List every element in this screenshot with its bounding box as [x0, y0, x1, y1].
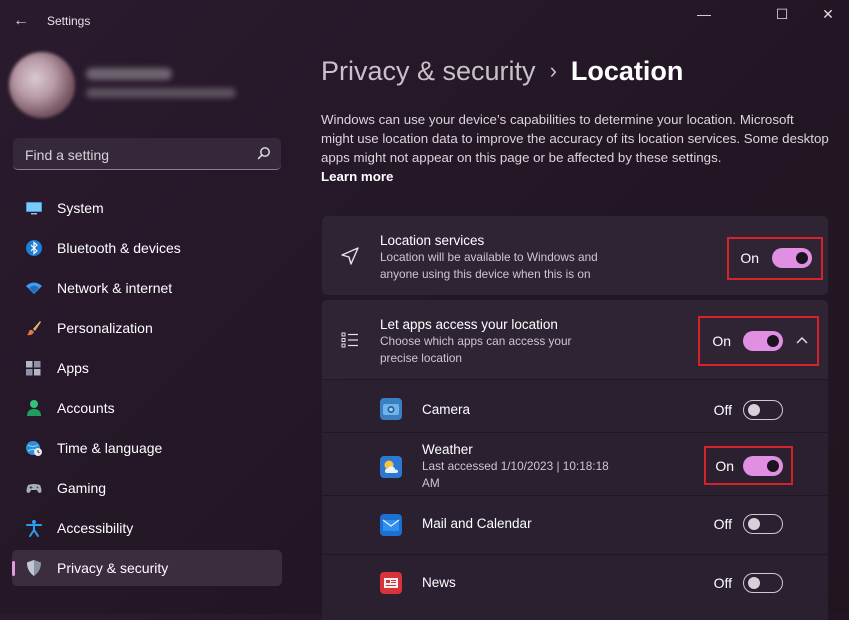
- minimize-button[interactable]: —: [682, 4, 726, 24]
- sidebar-item-accessibility[interactable]: Accessibility: [12, 510, 282, 546]
- brush-icon: [25, 319, 43, 337]
- location-services-title: Location services: [380, 233, 485, 248]
- gamepad-icon: [25, 479, 43, 497]
- bluetooth-icon: [25, 239, 43, 257]
- app-name: News: [422, 575, 456, 590]
- search-input[interactable]: [23, 144, 247, 166]
- apps-access-title: Let apps access your location: [380, 317, 558, 332]
- list-item: News Off: [322, 555, 828, 615]
- sidebar-item-label: Bluetooth & devices: [57, 240, 181, 256]
- apps-icon: [25, 359, 43, 377]
- last-accessed-text: Last accessed 1/10/2023 | 10:18:18 AM: [422, 459, 609, 490]
- list-icon: [341, 332, 358, 348]
- news-icon: [380, 572, 402, 594]
- toggle-state-label: Off: [713, 516, 732, 532]
- profile-email-blurred: [86, 88, 236, 98]
- mail-icon: [380, 514, 402, 536]
- page-description: Windows can use your device’s capabiliti…: [321, 110, 829, 186]
- search-icon[interactable]: [257, 146, 271, 160]
- avatar[interactable]: [9, 52, 75, 118]
- breadcrumb-parent[interactable]: Privacy & security: [321, 56, 536, 86]
- sidebar-item-label: Time & language: [57, 440, 163, 456]
- toggle-state-label: On: [715, 458, 734, 474]
- back-arrow-icon[interactable]: ←: [12, 12, 30, 30]
- camera-icon: [380, 398, 402, 420]
- maximize-button[interactable]: ☐: [760, 4, 804, 24]
- list-item: Weather Last accessed 1/10/2023 | 10:18:…: [322, 433, 828, 495]
- shield-icon: [25, 559, 43, 577]
- sidebar-item-label: Personalization: [57, 320, 153, 336]
- sidebar-item-apps[interactable]: Apps: [12, 350, 282, 386]
- location-arrow-icon: [341, 247, 359, 265]
- sidebar-item-time-language[interactable]: Time & language: [12, 430, 282, 466]
- sidebar-item-system[interactable]: System: [12, 190, 282, 226]
- sidebar-nav: System Bluetooth & devices Network & int…: [12, 190, 282, 590]
- page-title: Location: [570, 56, 684, 86]
- app-list: Camera Off Weather Last accessed 1/10/20…: [322, 380, 828, 620]
- sidebar-item-privacy-security[interactable]: Privacy & security: [12, 550, 282, 586]
- chevron-up-icon[interactable]: [796, 336, 808, 344]
- sidebar-item-gaming[interactable]: Gaming: [12, 470, 282, 506]
- sidebar-item-label: Privacy & security: [57, 560, 169, 576]
- learn-more-link[interactable]: Learn more: [321, 169, 393, 184]
- toggle-state-label: Off: [713, 402, 732, 418]
- sidebar-item-network[interactable]: Network & internet: [12, 270, 282, 306]
- list-item: Mail and Calendar Off: [322, 496, 828, 554]
- app-name: Mail and Calendar: [422, 516, 532, 531]
- sidebar-item-label: Accounts: [57, 400, 115, 416]
- app-name: Weather: [422, 442, 473, 457]
- sidebar-item-personalization[interactable]: Personalization: [12, 310, 282, 346]
- sidebar-item-label: Apps: [57, 360, 89, 376]
- sidebar: System Bluetooth & devices Network & int…: [0, 44, 300, 614]
- close-button[interactable]: ✕: [806, 4, 849, 24]
- mail-calendar-location-toggle[interactable]: [743, 514, 783, 534]
- location-services-toggle[interactable]: [772, 248, 812, 268]
- app-title: Settings: [47, 14, 91, 28]
- weather-icon: [380, 456, 402, 478]
- apps-access-toggle[interactable]: [743, 331, 783, 351]
- apps-access-card: Let apps access your location Choose whi…: [322, 300, 828, 379]
- camera-location-toggle[interactable]: [743, 400, 783, 420]
- sidebar-item-bluetooth[interactable]: Bluetooth & devices: [12, 230, 282, 266]
- wifi-icon: [25, 279, 43, 297]
- title-bar: ← Settings — ☐ ✕: [0, 0, 849, 44]
- sidebar-item-label: Gaming: [57, 480, 107, 496]
- app-name: Camera: [422, 402, 471, 417]
- toggle-state-label: On: [740, 250, 759, 266]
- location-services-subtitle: Location will be available to Windows an…: [380, 250, 598, 281]
- chevron-right-icon: ›: [549, 58, 557, 83]
- sidebar-item-label: System: [57, 200, 104, 216]
- sidebar-item-label: Accessibility: [57, 520, 134, 536]
- sidebar-item-label: Network & internet: [57, 280, 173, 296]
- sidebar-item-accounts[interactable]: Accounts: [12, 390, 282, 426]
- toggle-state-label: Off: [713, 575, 732, 591]
- accessibility-icon: [25, 519, 43, 537]
- news-location-toggle[interactable]: [743, 573, 783, 593]
- toggle-state-label: On: [712, 333, 731, 349]
- location-services-card: Location services Location will be avail…: [322, 216, 828, 295]
- weather-location-toggle[interactable]: [743, 456, 783, 476]
- search-box[interactable]: [13, 138, 281, 170]
- list-item: Camera Off: [322, 380, 828, 432]
- monitor-icon: [25, 199, 43, 217]
- apps-access-subtitle: Choose which apps can access your precis…: [380, 334, 572, 365]
- profile-name-blurred: [86, 68, 172, 80]
- person-icon: [25, 399, 43, 417]
- description-text: Windows can use your device’s capabiliti…: [321, 112, 829, 165]
- breadcrumb: Privacy & security › Location: [321, 56, 683, 87]
- globe-clock-icon: [25, 439, 43, 457]
